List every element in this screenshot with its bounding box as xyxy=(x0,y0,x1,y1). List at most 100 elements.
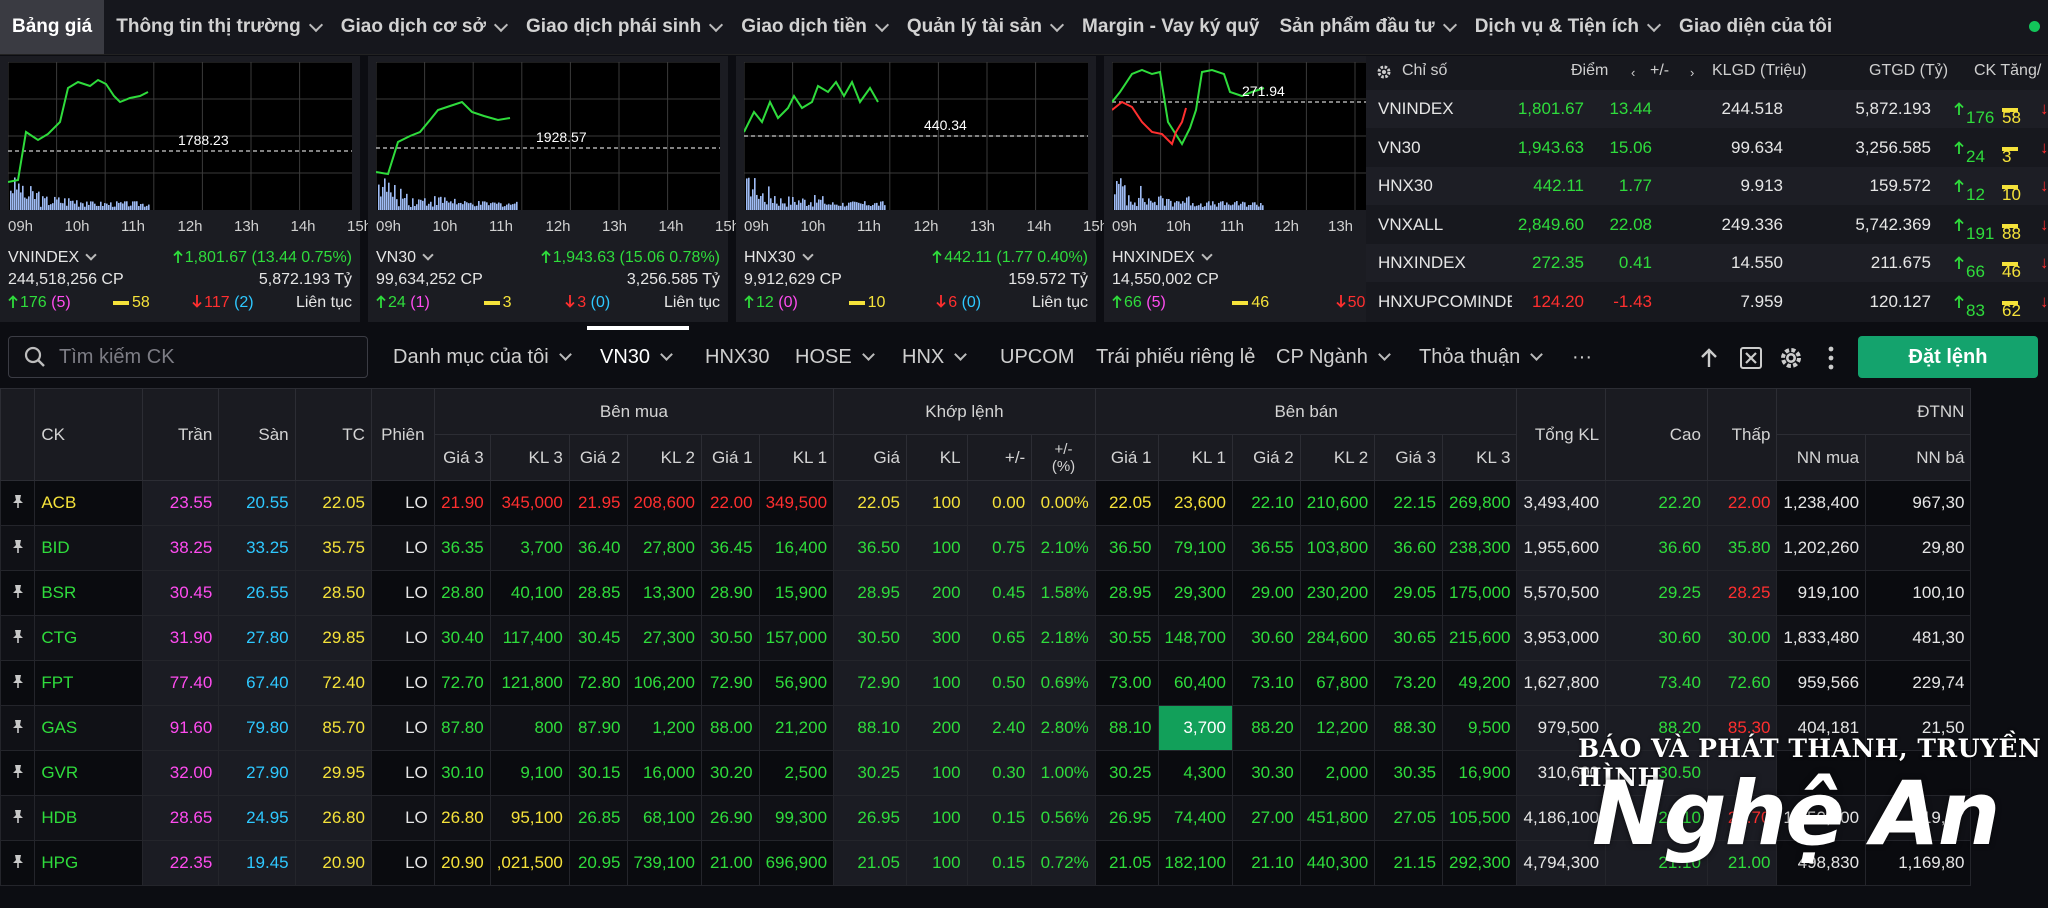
place-order-button[interactable]: Đặt lệnh xyxy=(1858,336,2038,378)
ask-price-2[interactable]: 30.30 xyxy=(1231,750,1301,796)
stock-symbol[interactable]: HDB xyxy=(34,795,144,841)
table-row[interactable]: BID 38.25 33.25 35.75 LO 36.35 3,700 36.… xyxy=(0,525,2048,571)
ask-price-3[interactable]: 21.15 xyxy=(1374,840,1444,886)
pin-icon[interactable] xyxy=(0,570,36,616)
nav-item-2[interactable]: Giao dịch cơ sở xyxy=(331,0,516,54)
bid-price-1[interactable]: 26.90 xyxy=(700,795,760,841)
bid-price-1[interactable]: 30.20 xyxy=(700,750,760,796)
bid-price-2[interactable]: 72.80 xyxy=(568,660,628,706)
bid-price-1[interactable]: 36.45 xyxy=(700,525,760,571)
ask-price-1[interactable]: 26.95 xyxy=(1094,795,1159,841)
bid-price-2[interactable]: 30.45 xyxy=(568,615,628,661)
nav-item-9[interactable]: Giao diện của tôi xyxy=(1669,0,1842,54)
search-input[interactable]: Tìm kiếm CK xyxy=(59,346,175,369)
index-row[interactable]: VN30 1,943.63 15.06 99.634 3,256.585 24 … xyxy=(1366,128,2048,167)
pin-icon[interactable] xyxy=(0,705,36,751)
bid-price-1[interactable]: 30.50 xyxy=(700,615,760,661)
chevron-right-icon[interactable]: › xyxy=(1690,65,1694,80)
gear-icon[interactable] xyxy=(1376,64,1392,80)
ask-price-2[interactable]: 29.00 xyxy=(1231,570,1301,616)
tab-4[interactable]: HNX xyxy=(902,346,968,369)
bid-price-2[interactable]: 87.90 xyxy=(568,705,628,751)
more-vertical-icon[interactable] xyxy=(1825,345,1837,371)
bid-price-3[interactable]: 21.90 xyxy=(433,480,491,526)
ask-price-3[interactable]: 30.35 xyxy=(1374,750,1444,796)
ask-price-3[interactable]: 30.65 xyxy=(1374,615,1444,661)
bid-price-2[interactable]: 21.95 xyxy=(568,480,628,526)
bid-price-1[interactable]: 22.00 xyxy=(700,480,760,526)
tab-2[interactable]: HNX30 xyxy=(705,346,769,369)
table-row[interactable]: FPT 77.40 67.40 72.40 LO 72.70 121,800 7… xyxy=(0,660,2048,706)
table-row[interactable]: BSR 30.45 26.55 28.50 LO 28.80 40,100 28… xyxy=(0,570,2048,616)
table-row[interactable]: CTG 31.90 27.80 29.85 LO 30.40 117,400 3… xyxy=(0,615,2048,661)
ask-price-1[interactable]: 28.95 xyxy=(1094,570,1159,616)
chevron-left-icon[interactable]: ‹ xyxy=(1631,65,1635,80)
tab-5[interactable]: UPCOM xyxy=(1000,346,1074,369)
ask-price-3[interactable]: 73.20 xyxy=(1374,660,1444,706)
pin-icon[interactable] xyxy=(0,840,36,886)
ask-price-1[interactable]: 30.25 xyxy=(1094,750,1159,796)
index-row[interactable]: HNX30 442.11 1.77 9.913 159.572 12 10 ↓ xyxy=(1366,167,2048,206)
bid-price-3[interactable]: 30.10 xyxy=(433,750,491,796)
bid-price-3[interactable]: 20.90 xyxy=(433,840,491,886)
ask-price-1[interactable]: 88.10 xyxy=(1094,705,1159,751)
ask-price-1[interactable]: 73.00 xyxy=(1094,660,1159,706)
ask-price-2[interactable]: 21.10 xyxy=(1231,840,1301,886)
excel-export-icon[interactable] xyxy=(1738,345,1764,371)
pin-icon[interactable] xyxy=(0,615,36,661)
stock-symbol[interactable]: GAS xyxy=(34,705,144,751)
nav-item-8[interactable]: Dịch vụ & Tiện ích xyxy=(1465,0,1669,54)
bid-price-3[interactable]: 30.40 xyxy=(433,615,491,661)
ask-price-2[interactable]: 22.10 xyxy=(1231,480,1301,526)
mini-chart-vn30[interactable]: 1928.57 09h 10h 11h 12h 13h 14h 15h VN30 1,943.… xyxy=(368,56,740,322)
nav-item-5[interactable]: Quản lý tài sản xyxy=(897,0,1072,54)
ask-price-1[interactable]: 21.05 xyxy=(1094,840,1159,886)
pin-icon[interactable] xyxy=(0,480,36,526)
tab-6[interactable]: Trái phiếu riêng lẻ xyxy=(1096,346,1255,369)
tab-8[interactable]: Thỏa thuận xyxy=(1419,346,1544,369)
pin-icon[interactable] xyxy=(0,525,36,571)
bid-price-3[interactable]: 72.70 xyxy=(433,660,491,706)
stock-symbol[interactable]: BSR xyxy=(34,570,144,616)
tab-9[interactable]: ··· xyxy=(1572,346,1592,369)
ask-price-1[interactable]: 36.50 xyxy=(1094,525,1159,571)
stock-symbol[interactable]: FPT xyxy=(34,660,144,706)
bid-price-2[interactable]: 26.85 xyxy=(568,795,628,841)
ask-price-3[interactable]: 36.60 xyxy=(1374,525,1444,571)
pin-icon[interactable] xyxy=(0,660,36,706)
bid-price-3[interactable]: 26.80 xyxy=(433,795,491,841)
tab-1[interactable]: VN30 xyxy=(600,346,673,369)
ask-price-3[interactable]: 88.30 xyxy=(1374,705,1444,751)
ask-price-1[interactable]: 30.55 xyxy=(1094,615,1159,661)
bid-price-2[interactable]: 30.15 xyxy=(568,750,628,796)
table-row[interactable]: ACB 23.55 20.55 22.05 LO 21.90 345,000 2… xyxy=(0,480,2048,526)
index-row[interactable]: VNINDEX 1,801.67 13.44 244.518 5,872.193… xyxy=(1366,90,2048,128)
sort-up-icon[interactable] xyxy=(1697,346,1721,370)
stock-symbol[interactable]: HPG xyxy=(34,840,144,886)
tab-3[interactable]: HOSE xyxy=(795,346,875,369)
tab-0[interactable]: Danh mục của tôi xyxy=(393,346,572,369)
search-box[interactable]: Tìm kiếm CK xyxy=(8,336,368,378)
chevron-down-icon[interactable] xyxy=(422,249,434,261)
nav-item-1[interactable]: Thông tin thị trường xyxy=(106,0,331,54)
bid-price-3[interactable]: 28.80 xyxy=(433,570,491,616)
ask-price-3[interactable]: 29.05 xyxy=(1374,570,1444,616)
nav-item-0[interactable]: Bảng giá xyxy=(0,0,105,54)
ask-price-2[interactable]: 36.55 xyxy=(1231,525,1301,571)
bid-price-1[interactable]: 21.00 xyxy=(700,840,760,886)
bid-price-1[interactable]: 88.00 xyxy=(700,705,760,751)
pin-icon[interactable] xyxy=(0,750,36,796)
mini-chart-hnx30[interactable]: 440.34 09h 10h 11h 12h 13h 14h 15h HNX30 442.11… xyxy=(736,56,1108,322)
stock-symbol[interactable]: ACB xyxy=(34,480,144,526)
ask-price-2[interactable]: 30.60 xyxy=(1231,615,1301,661)
ask-price-2[interactable]: 73.10 xyxy=(1231,660,1301,706)
nav-item-6[interactable]: Margin - Vay ký quỹ xyxy=(1072,0,1269,54)
bid-price-1[interactable]: 28.90 xyxy=(700,570,760,616)
nav-item-3[interactable]: Giao dịch phái sinh xyxy=(516,0,731,54)
chevron-down-icon[interactable] xyxy=(85,249,97,261)
bid-price-2[interactable]: 20.95 xyxy=(568,840,628,886)
bid-price-3[interactable]: 36.35 xyxy=(433,525,491,571)
ask-price-2[interactable]: 27.00 xyxy=(1231,795,1301,841)
mini-chart-vnindex[interactable]: 1788.23 09h 10h 11h 12h 13h 14h 15h VNINDEX 1,8… xyxy=(0,56,372,322)
nav-item-7[interactable]: Sản phẩm đầu tư xyxy=(1269,0,1464,54)
